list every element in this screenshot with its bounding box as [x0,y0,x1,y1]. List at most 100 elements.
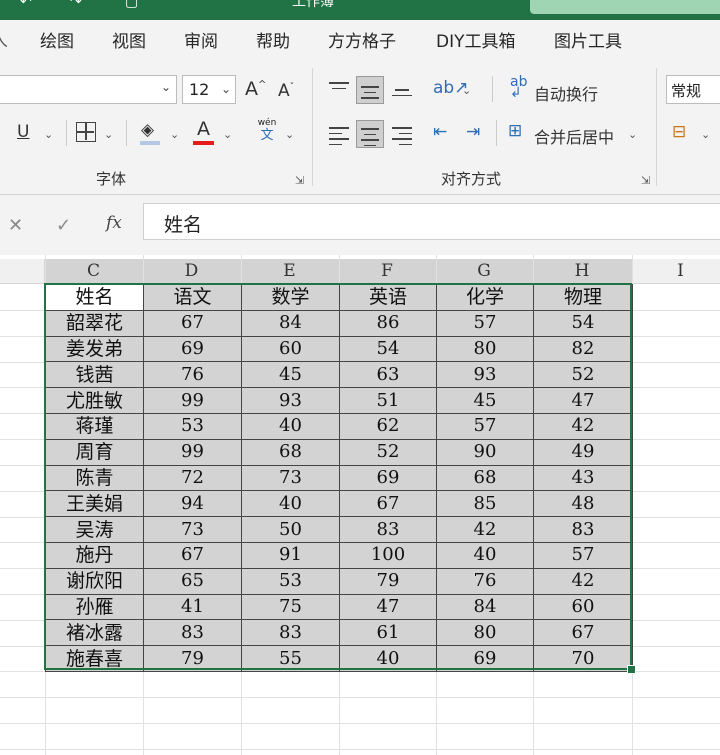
name-cell[interactable]: 孙雁 [45,593,144,621]
quick-access-icon[interactable]: ▢ [125,0,138,10]
merge-center-button[interactable]: 合并后居中 [534,124,614,148]
font-name-select[interactable]: ⌄ [0,75,177,104]
name-cell[interactable]: 钱茜 [45,361,144,389]
score-cell[interactable]: 53 [241,567,340,595]
name-cell[interactable]: 周育 [45,438,144,466]
tab-diy-toolbox[interactable]: DIY工具箱 [436,27,516,52]
chevron-down-icon[interactable]: ⌄ [285,128,294,141]
score-cell[interactable]: 48 [533,490,633,518]
score-cell[interactable]: 73 [143,516,242,543]
score-cell[interactable]: 45 [241,361,340,389]
increase-indent-icon[interactable]: ⇥ [466,122,480,142]
header-cell[interactable]: 数学 [241,284,340,311]
tab-insert-partial[interactable]: ㄟ [0,27,9,52]
name-cell[interactable]: 姜发弟 [45,335,144,363]
score-cell[interactable]: 68 [436,464,534,492]
score-cell[interactable]: 52 [339,438,437,466]
dialog-launcher-icon[interactable]: ⇲ [295,174,304,187]
score-cell[interactable]: 40 [241,412,340,440]
row-header-corner[interactable] [0,259,45,284]
tab-draw[interactable]: 绘图 [40,27,74,52]
score-cell[interactable]: 93 [436,361,534,389]
enter-icon[interactable]: ✓ [56,215,71,236]
header-cell[interactable]: 姓名 [45,284,144,311]
score-cell[interactable]: 57 [436,412,534,440]
tab-review[interactable]: 审阅 [184,27,218,52]
score-cell[interactable]: 85 [436,490,534,518]
score-cell[interactable]: 76 [436,567,534,595]
shrink-font-button[interactable]: Aˇ [278,81,294,101]
score-cell[interactable]: 99 [143,387,242,414]
column-header-g[interactable]: G [436,259,533,284]
score-cell[interactable]: 61 [339,619,437,647]
score-cell[interactable]: 70 [533,645,633,672]
tab-help[interactable]: 帮助 [256,27,290,52]
underline-button[interactable]: U [17,122,29,142]
score-cell[interactable]: 72 [143,464,242,492]
name-cell[interactable]: 蒋瑾 [45,412,144,440]
chevron-down-icon[interactable]: ⌄ [462,84,471,97]
name-cell[interactable]: 尤胜敏 [45,387,144,414]
formula-input[interactable]: 姓名 [143,203,720,240]
borders-button[interactable] [76,122,96,142]
score-cell[interactable]: 75 [241,593,340,621]
score-cell[interactable]: 79 [339,567,437,595]
score-cell[interactable]: 49 [533,438,633,466]
tab-fangfang[interactable]: 方方格子 [328,27,396,52]
score-cell[interactable]: 47 [533,387,633,414]
score-cell[interactable]: 45 [436,387,534,414]
header-cell[interactable]: 语文 [143,284,242,311]
column-header-d[interactable]: D [143,259,241,284]
score-cell[interactable]: 82 [533,335,633,363]
score-cell[interactable]: 69 [339,464,437,492]
dialog-launcher-icon[interactable]: ⇲ [641,174,650,187]
score-cell[interactable]: 54 [339,335,437,363]
score-cell[interactable]: 42 [533,412,633,440]
score-cell[interactable]: 57 [533,541,633,569]
header-cell[interactable]: 化学 [436,284,534,311]
align-left-button[interactable] [325,120,353,148]
score-cell[interactable]: 67 [533,619,633,647]
score-cell[interactable]: 68 [241,438,340,466]
score-cell[interactable]: 60 [533,593,633,621]
name-cell[interactable]: 褚冰露 [45,619,144,647]
grow-font-button[interactable]: A^ [245,78,266,100]
column-header-i[interactable]: I [632,259,720,284]
score-cell[interactable]: 42 [533,567,633,595]
decrease-indent-icon[interactable]: ⇤ [433,122,447,142]
score-cell[interactable]: 51 [339,387,437,414]
score-cell[interactable]: 67 [143,541,242,569]
score-cell[interactable]: 65 [143,567,242,595]
font-color-button[interactable]: A [197,118,210,140]
score-cell[interactable]: 55 [241,645,340,672]
score-cell[interactable]: 50 [241,516,340,543]
chevron-down-icon[interactable]: ⌄ [223,128,232,141]
name-cell[interactable]: 施丹 [45,541,144,569]
wrap-text-icon[interactable]: ab ↲ [510,75,527,100]
header-cell[interactable]: 英语 [339,284,437,311]
align-center-button[interactable] [356,120,384,148]
wrap-text-button[interactable]: 自动换行 [534,81,598,105]
score-cell[interactable]: 73 [241,464,340,492]
currency-format-icon[interactable]: ⊟ [672,122,686,142]
name-cell[interactable]: 韶翠花 [45,309,144,337]
column-header-h[interactable]: H [533,259,632,284]
score-cell[interactable]: 42 [436,516,534,543]
score-cell[interactable]: 80 [436,619,534,647]
chevron-down-icon[interactable]: ⌄ [701,128,710,141]
fill-color-icon[interactable]: ◈ [141,120,154,140]
redo-icon[interactable]: ↷ [70,0,82,10]
name-cell[interactable]: 施春喜 [45,645,144,672]
score-cell[interactable]: 60 [241,335,340,363]
insert-function-icon[interactable]: fx [106,213,122,233]
score-cell[interactable]: 84 [241,309,340,337]
align-bottom-button[interactable] [388,76,416,104]
merge-center-icon[interactable]: ⊞ [508,121,522,141]
score-cell[interactable]: 54 [533,309,633,337]
score-cell[interactable]: 91 [241,541,340,569]
score-cell[interactable]: 53 [143,412,242,440]
name-cell[interactable]: 王美娟 [45,490,144,518]
fill-handle[interactable] [627,665,636,674]
search-box[interactable] [530,0,720,14]
chevron-down-icon[interactable]: ⌄ [104,128,113,141]
